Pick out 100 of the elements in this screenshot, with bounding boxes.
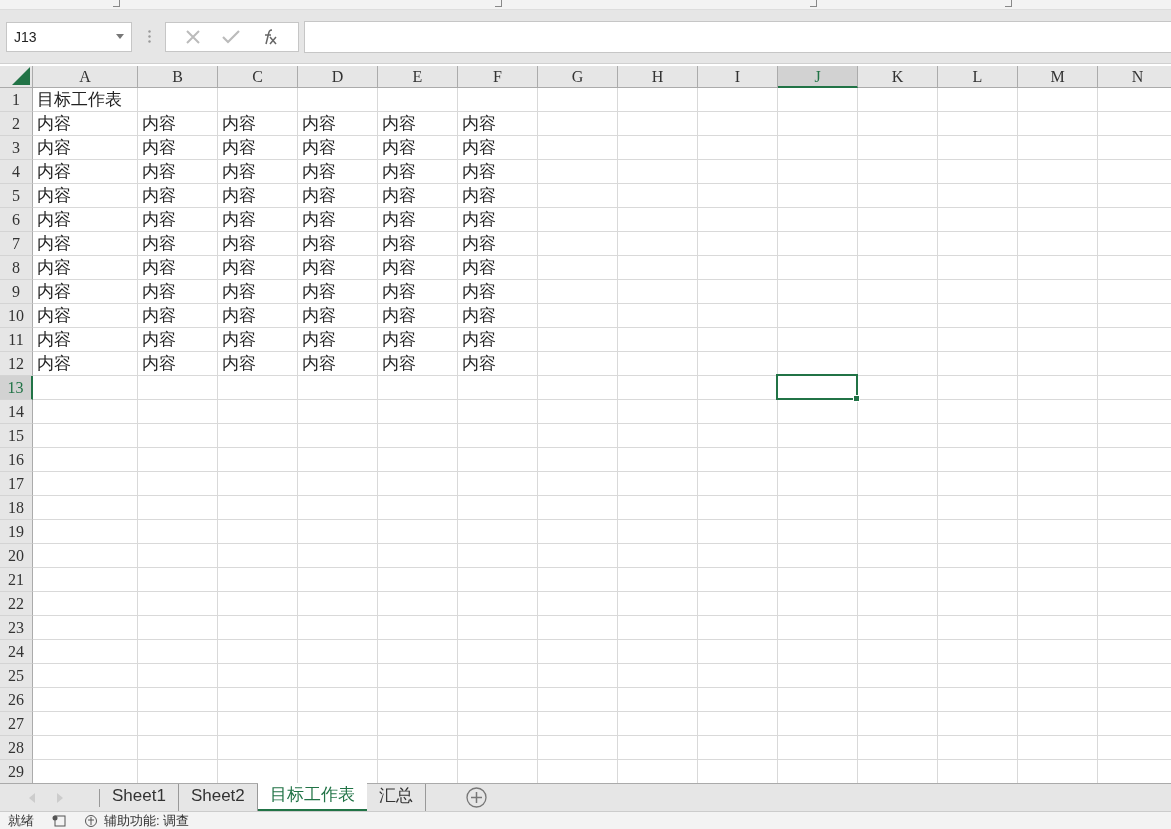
row-header[interactable]: 21 xyxy=(0,568,33,592)
column-header[interactable]: J xyxy=(778,66,858,88)
table-cell-text: 内容 xyxy=(141,257,176,279)
row-header[interactable]: 28 xyxy=(0,736,33,760)
table-cell-text: 内容 xyxy=(36,233,71,255)
table-cell-text: 内容 xyxy=(301,233,336,255)
table-cell-text: 内容 xyxy=(141,305,176,327)
table-cell-text: 内容 xyxy=(221,257,256,279)
table-cell-text: 内容 xyxy=(36,161,71,183)
table-cell-text: 内容 xyxy=(221,161,256,183)
row-header[interactable]: 23 xyxy=(0,616,33,640)
row-header[interactable]: 14 xyxy=(0,400,33,424)
table-cell-text: 内容 xyxy=(461,353,496,375)
table-cell-text: 内容 xyxy=(36,113,71,135)
row-header[interactable]: 3 xyxy=(0,136,33,160)
row-header[interactable]: 22 xyxy=(0,592,33,616)
dialog-launcher-icon[interactable] xyxy=(495,0,502,7)
table-cell-text: 内容 xyxy=(461,281,496,303)
name-box[interactable]: J13 xyxy=(6,21,132,52)
row-header[interactable]: 6 xyxy=(0,208,33,232)
column-header[interactable]: H xyxy=(618,66,698,88)
row-header[interactable]: 27 xyxy=(0,712,33,736)
row-header[interactable]: 11 xyxy=(0,328,33,352)
table-cell-text: 内容 xyxy=(461,185,496,207)
table-cell-text: 内容 xyxy=(301,185,336,207)
column-header[interactable]: L xyxy=(938,66,1018,88)
table-cell-text: 内容 xyxy=(141,161,176,183)
table-cell-text: 内容 xyxy=(141,209,176,231)
table-cell-text: 内容 xyxy=(301,137,336,159)
formula-input[interactable] xyxy=(304,20,1171,53)
sheet-tab[interactable]: 目标工作表 xyxy=(257,783,367,811)
table-cell-text: 内容 xyxy=(141,281,176,303)
row-header[interactable]: 18 xyxy=(0,496,33,520)
check-icon[interactable] xyxy=(222,28,240,45)
row-header[interactable]: 5 xyxy=(0,184,33,208)
macro-icon[interactable] xyxy=(52,814,66,827)
row-header[interactable]: 8 xyxy=(0,256,33,280)
row-header[interactable]: 24 xyxy=(0,640,33,664)
table-cell-text: 内容 xyxy=(461,233,496,255)
table-cell-text: 内容 xyxy=(381,161,416,183)
column-header[interactable]: D xyxy=(298,66,378,88)
cancel-icon[interactable] xyxy=(184,28,201,45)
row-header[interactable]: 13 xyxy=(0,376,33,400)
selected-cell[interactable] xyxy=(776,374,858,400)
column-header[interactable]: C xyxy=(218,66,298,88)
row-header[interactable]: 10 xyxy=(0,304,33,328)
table-cell-text: 内容 xyxy=(381,209,416,231)
table-cell-text: 内容 xyxy=(221,233,256,255)
row-header[interactable]: 12 xyxy=(0,352,33,376)
column-header[interactable]: A xyxy=(33,66,138,88)
column-header[interactable]: E xyxy=(378,66,458,88)
table-cell-text: 内容 xyxy=(381,185,416,207)
row-header[interactable]: 16 xyxy=(0,448,33,472)
row-header[interactable]: 4 xyxy=(0,160,33,184)
add-sheet-icon[interactable] xyxy=(465,787,487,808)
column-header[interactable]: M xyxy=(1018,66,1098,88)
table-cell-text: 内容 xyxy=(36,257,71,279)
row-header[interactable]: 17 xyxy=(0,472,33,496)
table-cell-text: 内容 xyxy=(141,113,176,135)
column-header[interactable]: N xyxy=(1098,66,1171,88)
table-cell-text: 内容 xyxy=(461,329,496,351)
grip-icon xyxy=(148,30,151,43)
table-cell-text: 内容 xyxy=(221,113,256,135)
row-header[interactable]: 1 xyxy=(0,88,33,112)
table-cell-text: 内容 xyxy=(301,209,336,231)
row-header[interactable]: 2 xyxy=(0,112,33,136)
row-header[interactable]: 26 xyxy=(0,688,33,712)
accessibility-status[interactable]: 辅助功能: 调查 xyxy=(104,812,190,829)
table-cell-text: 内容 xyxy=(36,185,71,207)
row-header[interactable]: 20 xyxy=(0,544,33,568)
table-cell-text: 内容 xyxy=(221,209,256,231)
accessibility-icon[interactable] xyxy=(84,813,98,828)
table-cell-text: 内容 xyxy=(141,137,176,159)
table-cell-text: 内容 xyxy=(141,185,176,207)
row-header[interactable]: 25 xyxy=(0,664,33,688)
table-cell-text: 内容 xyxy=(36,353,71,375)
table-cell-text: 内容 xyxy=(36,281,71,303)
table-cell-text: 内容 xyxy=(381,257,416,279)
table-cell-text: 内容 xyxy=(381,233,416,255)
table-cell-text: 内容 xyxy=(461,257,496,279)
table-cell-text: 内容 xyxy=(36,329,71,351)
column-header[interactable]: K xyxy=(858,66,938,88)
table-cell-text: 目标工作表 xyxy=(36,89,122,111)
table-cell-text: 内容 xyxy=(221,185,256,207)
row-header[interactable]: 7 xyxy=(0,232,33,256)
row-header[interactable]: 29 xyxy=(0,760,33,783)
table-cell-text: 内容 xyxy=(301,281,336,303)
row-header[interactable]: 19 xyxy=(0,520,33,544)
dialog-launcher-icon[interactable] xyxy=(810,0,817,7)
column-header[interactable]: G xyxy=(538,66,618,88)
table-cell-text: 内容 xyxy=(381,113,416,135)
column-header[interactable]: B xyxy=(138,66,218,88)
select-all-icon[interactable] xyxy=(12,67,30,85)
row-header[interactable]: 15 xyxy=(0,424,33,448)
table-cell-text: 内容 xyxy=(381,353,416,375)
dialog-launcher-icon[interactable] xyxy=(112,0,120,7)
table-cell-text: 内容 xyxy=(301,161,336,183)
dialog-launcher-icon[interactable] xyxy=(1005,0,1012,7)
row-header[interactable]: 9 xyxy=(0,280,33,304)
column-header[interactable]: F xyxy=(458,66,538,88)
